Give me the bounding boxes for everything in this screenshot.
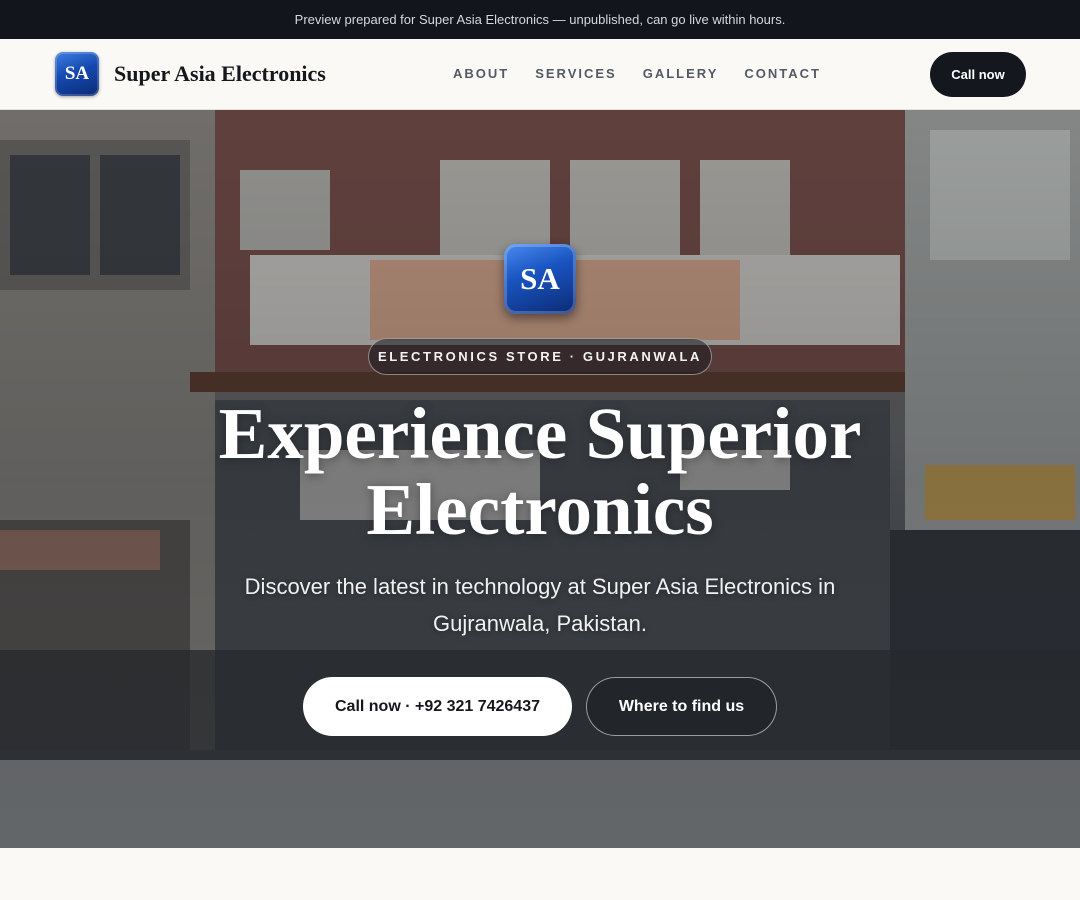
preview-banner: Preview prepared for Super Asia Electron…	[0, 0, 1080, 39]
nav-link-gallery[interactable]: GALLERY	[643, 66, 719, 81]
brand-logo-icon[interactable]: SA	[55, 52, 99, 96]
site-header: SA Super Asia Electronics ABOUT SERVICES…	[0, 39, 1080, 110]
header-call-button[interactable]: Call now	[930, 52, 1026, 97]
preview-banner-text: Preview prepared for Super Asia Electron…	[294, 12, 786, 27]
hero-logo-icon: SA	[504, 244, 576, 314]
nav-link-contact[interactable]: CONTACT	[744, 66, 821, 81]
hero-location-button[interactable]: Where to find us	[586, 677, 777, 736]
brand-logo-text: SA	[64, 63, 90, 84]
hero-logo-text: SA	[520, 261, 560, 296]
hero-tagline-badge: ELECTRONICS STORE · GUJRANWALA	[368, 338, 712, 375]
nav-link-about[interactable]: ABOUT	[453, 66, 509, 81]
brand-name[interactable]: Super Asia Electronics	[114, 61, 326, 87]
hero-subtitle: Discover the latest in technology at Sup…	[244, 574, 836, 636]
nav-link-services[interactable]: SERVICES	[535, 66, 617, 81]
hero-call-button[interactable]: Call now · +92 321 7426437	[303, 677, 572, 736]
main-nav: ABOUT SERVICES GALLERY CONTACT	[440, 66, 834, 81]
hero-title: Experience Superior Electronics	[218, 393, 862, 550]
hero-section: SA ELECTRONICS STORE · GUJRANWALA Experi…	[0, 110, 1080, 848]
